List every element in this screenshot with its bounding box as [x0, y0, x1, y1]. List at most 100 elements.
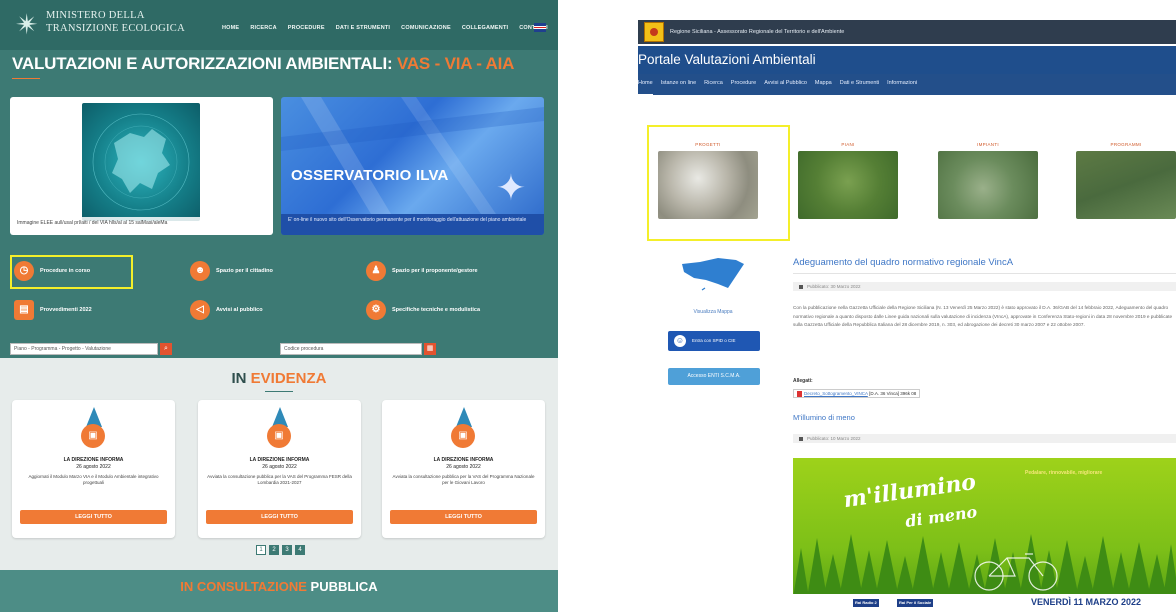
- title-underline: [12, 78, 40, 79]
- article-body: Con la pubblicazione nella Gazzetta Uffi…: [793, 305, 1173, 328]
- enti-access-button[interactable]: Accesso ENTI S.C.M.A.: [668, 368, 760, 385]
- logo-line-1: MINISTERO DELLA: [46, 10, 145, 21]
- news-card: ▣ LA DIREZIONE INFORMA 26 agosto 2022 Ag…: [12, 400, 175, 538]
- category-label-programmi: PROGRAMMI: [1110, 142, 1142, 147]
- attachment-item[interactable]: Decreto_Sottogramento_VINCA [D.A. 36 Vin…: [793, 389, 921, 398]
- category-label-piani: PIANI: [841, 142, 855, 147]
- sicilia-portal-screenshot: Regione Siciliana - Assessorato Regional…: [638, 0, 1176, 612]
- news-card: ▣ LA DIREZIONE INFORMA 26 agosto 2022 Av…: [382, 400, 545, 538]
- article-date: Pubblicato: 30 Marzo 2022: [807, 284, 861, 289]
- quicklink-provvedimenti[interactable]: ▤ Provvedimenti 2022: [14, 298, 92, 322]
- forest-illustration: [793, 534, 1176, 598]
- nav-procedure[interactable]: PROCEDURE: [288, 25, 325, 31]
- news-title: LA DIREZIONE INFORMA: [63, 457, 124, 463]
- nav-mappa[interactable]: Mappa: [815, 80, 832, 95]
- search-input-codice[interactable]: Codice procedura: [280, 343, 422, 355]
- nav-ricerca[interactable]: RICERCA: [250, 25, 276, 31]
- regione-sicilia-logo-icon[interactable]: [644, 22, 664, 42]
- in-evidenza-section: IN EVIDENZA ▣ LA DIREZIONE INFORMA 26 ag…: [0, 358, 558, 570]
- news-date: 26 agosto 2022: [76, 464, 111, 470]
- section-title-main: IN: [231, 370, 251, 387]
- section-title-main: PUBBLICA: [310, 579, 378, 594]
- news-card: ▣ LA DIREZIONE INFORMA 26 agosto 2022 Av…: [198, 400, 361, 538]
- pager-page-1[interactable]: 1: [256, 545, 266, 555]
- rai-radio2-logo: Rai Radio 2: [853, 599, 879, 607]
- nav-informazioni[interactable]: Informazioni: [887, 80, 917, 95]
- nav-collegamenti[interactable]: COLLEGAMENTI: [462, 25, 508, 31]
- star-emblem-icon: ✦: [495, 167, 527, 208]
- quicklink-label: Spazio per il cittadino: [216, 268, 273, 274]
- main-nav: Home Istanze on line Ricerca Procedure A…: [638, 74, 1176, 95]
- nav-ricerca[interactable]: Ricerca: [704, 80, 723, 95]
- uk-flag-icon[interactable]: [534, 23, 546, 32]
- banner-date: VENERDÌ 11 MARZO 2022: [1031, 597, 1142, 607]
- nav-home[interactable]: Home: [638, 80, 653, 95]
- search-input-piano[interactable]: Piano - Programma - Progetto - Valutazio…: [10, 343, 158, 355]
- news-text: Avviata la consultazione pubblica per la…: [392, 474, 535, 485]
- calendar-icon: [799, 284, 803, 289]
- nav-home[interactable]: HOME: [222, 25, 239, 31]
- megaphone-icon: ◁: [190, 300, 210, 320]
- card-caption: Immagine ELEE aull/usal prl/aiti / del V…: [10, 217, 273, 232]
- attachment-link[interactable]: Decreto_Sottogramento_VINCA: [804, 391, 868, 396]
- rai-sociale-logo: Rai Per il Sociale: [897, 599, 934, 607]
- section-title-accent: EVIDENZA: [250, 370, 327, 387]
- nav-dati-strumenti[interactable]: DATI E STRUMENTI: [336, 25, 390, 31]
- news-badge-icon: ▣: [267, 424, 291, 448]
- portal-title[interactable]: Portale Valutazioni Ambientali: [638, 46, 1176, 74]
- news-badge-icon: ▣: [451, 424, 475, 448]
- ministry-logo-text[interactable]: MINISTERO DELLA TRANSIZIONE ECOLOGICA: [46, 9, 185, 35]
- document-icon: ▤: [14, 300, 34, 320]
- nav-istanze[interactable]: Istanze on line: [661, 80, 696, 95]
- spid-login-button[interactable]: ☺ Entra con SPID o CIE: [668, 331, 760, 351]
- read-more-button[interactable]: LEGGI TUTTO: [206, 510, 353, 524]
- category-piani-image[interactable]: [798, 151, 898, 219]
- ministry-star-emblem-icon[interactable]: ✴: [10, 8, 44, 42]
- quicklink-spazio-proponente[interactable]: ♟ Spazio per il proponente/gestore: [366, 259, 478, 283]
- highlight-box: [647, 125, 790, 241]
- calendar-icon: [799, 436, 803, 441]
- article-title[interactable]: Adeguamento del quadro normativo regiona…: [793, 257, 1013, 268]
- nav-avvisi[interactable]: Avvisi al Pubblico: [764, 80, 807, 95]
- quicklink-specifiche-tecniche[interactable]: ⚙ Specifiche tecniche e modulistica: [366, 298, 480, 322]
- calendar-icon[interactable]: ▦: [424, 343, 436, 355]
- article-date: Pubblicato: 10 Marzo 2022: [807, 436, 861, 441]
- sicily-map-icon[interactable]: [678, 254, 748, 294]
- read-more-button[interactable]: LEGGI TUTTO: [390, 510, 537, 524]
- pager-page-4[interactable]: 4: [295, 545, 305, 555]
- carousel-card-europe[interactable]: Immagine ELEE aull/usal prl/aiti / del V…: [10, 97, 273, 235]
- millumino-banner-image[interactable]: Pedalare, rinnovabile, migliorare m'illu…: [793, 458, 1176, 612]
- section-underline: [265, 391, 293, 392]
- pager-page-3[interactable]: 3: [282, 545, 292, 555]
- read-more-button[interactable]: LEGGI TUTTO: [20, 510, 167, 524]
- institution-name: Regione Siciliana - Assessorato Regional…: [670, 29, 845, 35]
- search-bar: Piano - Programma - Progetto - Valutazio…: [10, 343, 545, 357]
- section-title: IN EVIDENZA: [0, 370, 558, 387]
- page-title: VALUTAZIONI E AUTORIZZAZIONI AMBIENTALI:…: [12, 54, 514, 74]
- news-title: LA DIREZIONE INFORMA: [433, 457, 494, 463]
- news-badge-icon: ▣: [81, 424, 105, 448]
- card-title: OSSERVATORIO ILVA: [291, 167, 449, 184]
- category-impianti-image[interactable]: [938, 151, 1038, 219]
- quicklink-avvisi-pubblico[interactable]: ◁ Avvisi al pubblico: [190, 298, 263, 322]
- nav-procedure[interactable]: Procedure: [731, 80, 756, 95]
- news-date: 26 agosto 2022: [446, 464, 481, 470]
- worker-icon: ♟: [366, 261, 386, 281]
- nav-dati-strumenti[interactable]: Dati e Strumenti: [840, 80, 879, 95]
- banner-tagline: Pedalare, rinnovabile, migliorare: [1025, 470, 1103, 476]
- logo-line-2: TRANSIZIONE ECOLOGICA: [46, 23, 185, 34]
- article-title[interactable]: M'illumino di meno: [793, 413, 855, 422]
- nav-comunicazione[interactable]: COMUNICAZIONE: [401, 25, 451, 31]
- news-date: 26 agosto 2022: [262, 464, 297, 470]
- carousel-card-osservatorio-ilva[interactable]: OSSERVATORIO ILVA ✦ E' on-line il nuovo …: [281, 97, 544, 235]
- pager-page-2[interactable]: 2: [269, 545, 279, 555]
- banner-title-line-2: di meno: [904, 502, 979, 531]
- quicklink-label: Specifiche tecniche e modulistica: [392, 307, 481, 313]
- europe-map-image: [82, 103, 200, 221]
- quicklink-spazio-cittadino[interactable]: ☻ Spazio per il cittadino: [190, 259, 273, 283]
- search-icon[interactable]: ⌕: [160, 343, 172, 355]
- attachment-meta: [D.A. 36 Vinca] 396k 08: [869, 391, 917, 397]
- view-map-link[interactable]: Visualizza Mappa: [668, 309, 758, 315]
- main-nav: HOME RICERCA PROCEDURE DATI E STRUMENTI …: [222, 25, 548, 31]
- category-programmi-image[interactable]: [1076, 151, 1176, 219]
